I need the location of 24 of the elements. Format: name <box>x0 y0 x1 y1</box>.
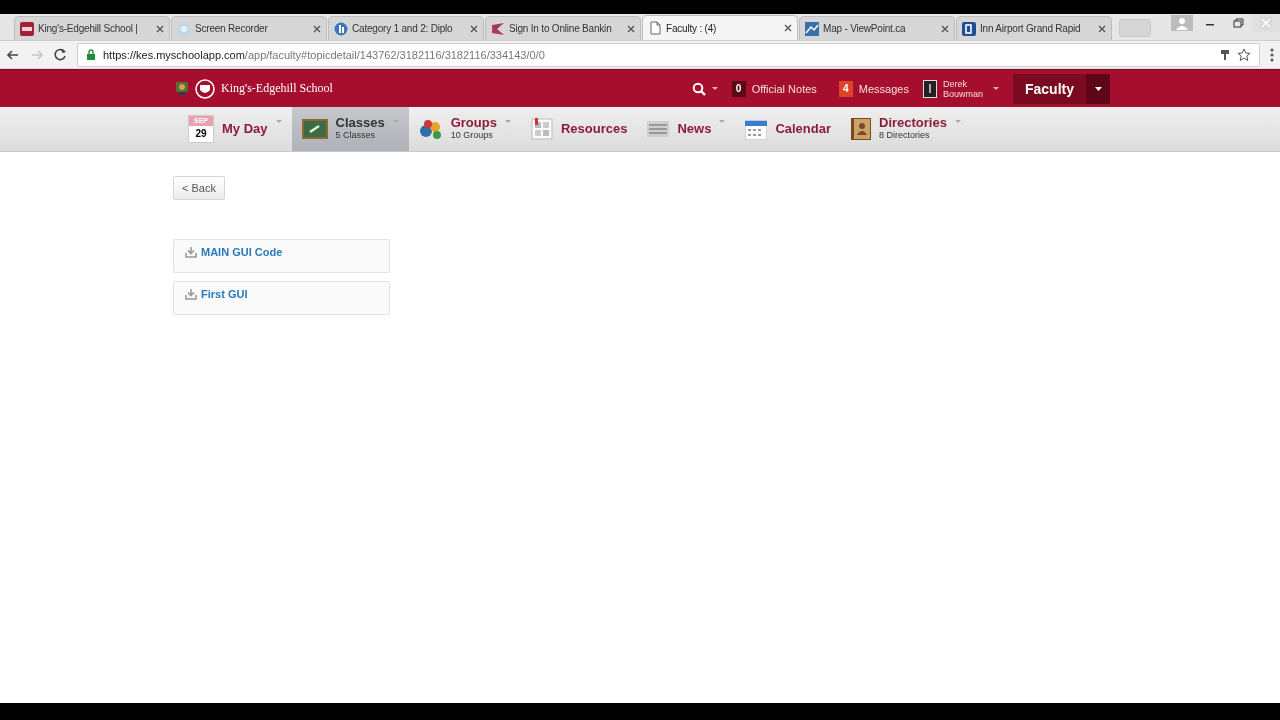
browser-tab[interactable]: King's-Edgehill School | <box>14 16 170 40</box>
browser-tab[interactable]: Faculty : (4) <box>642 15 798 40</box>
count-badge: 4 <box>838 80 853 97</box>
browser-tab[interactable]: Sign In to Online Bankin <box>485 16 641 40</box>
back-button[interactable]: < Back <box>173 176 225 200</box>
nav-item[interactable]: Calendar <box>735 107 841 151</box>
nav-item[interactable]: News <box>637 107 736 151</box>
notice-link[interactable]: Official Notes <box>751 82 817 95</box>
address-bar[interactable]: https://kes.myschoolapp.com/app/faculty#topicdetail/143762/3182116/3182116/334143/0/0 <box>77 42 1260 67</box>
browser-tab[interactable]: Inn Airport Grand Rapid <box>956 16 1112 40</box>
file-link[interactable]: MAIN GUI Code <box>201 246 283 258</box>
nav-item[interactable]: Classes 5 Classes <box>291 107 409 151</box>
notice-link[interactable]: Messages <box>858 82 909 95</box>
browser-tab[interactable]: Map - ViewPoint.ca <box>799 16 955 40</box>
user-name[interactable]: Derek Bouwman <box>943 78 987 99</box>
nav-item[interactable]: Directories 8 Directories <box>841 107 971 151</box>
nav-item[interactable]: Groups 10 Groups <box>408 107 521 151</box>
file-link[interactable]: First GUI <box>201 288 248 300</box>
url-text: https://kes.myschoolapp.com/app/faculty#topicdetail/143762/3182116/3182116/334143/0/0 <box>103 48 546 61</box>
count-badge: 0 <box>731 80 746 97</box>
nav-item[interactable]: Resources <box>520 107 638 151</box>
browser-tab[interactable]: Category 1 and 2: Diplo <box>328 16 484 40</box>
school-name[interactable]: King's-Edgehill School <box>221 81 333 96</box>
browser-tab[interactable]: Screen Recorder <box>171 16 327 40</box>
